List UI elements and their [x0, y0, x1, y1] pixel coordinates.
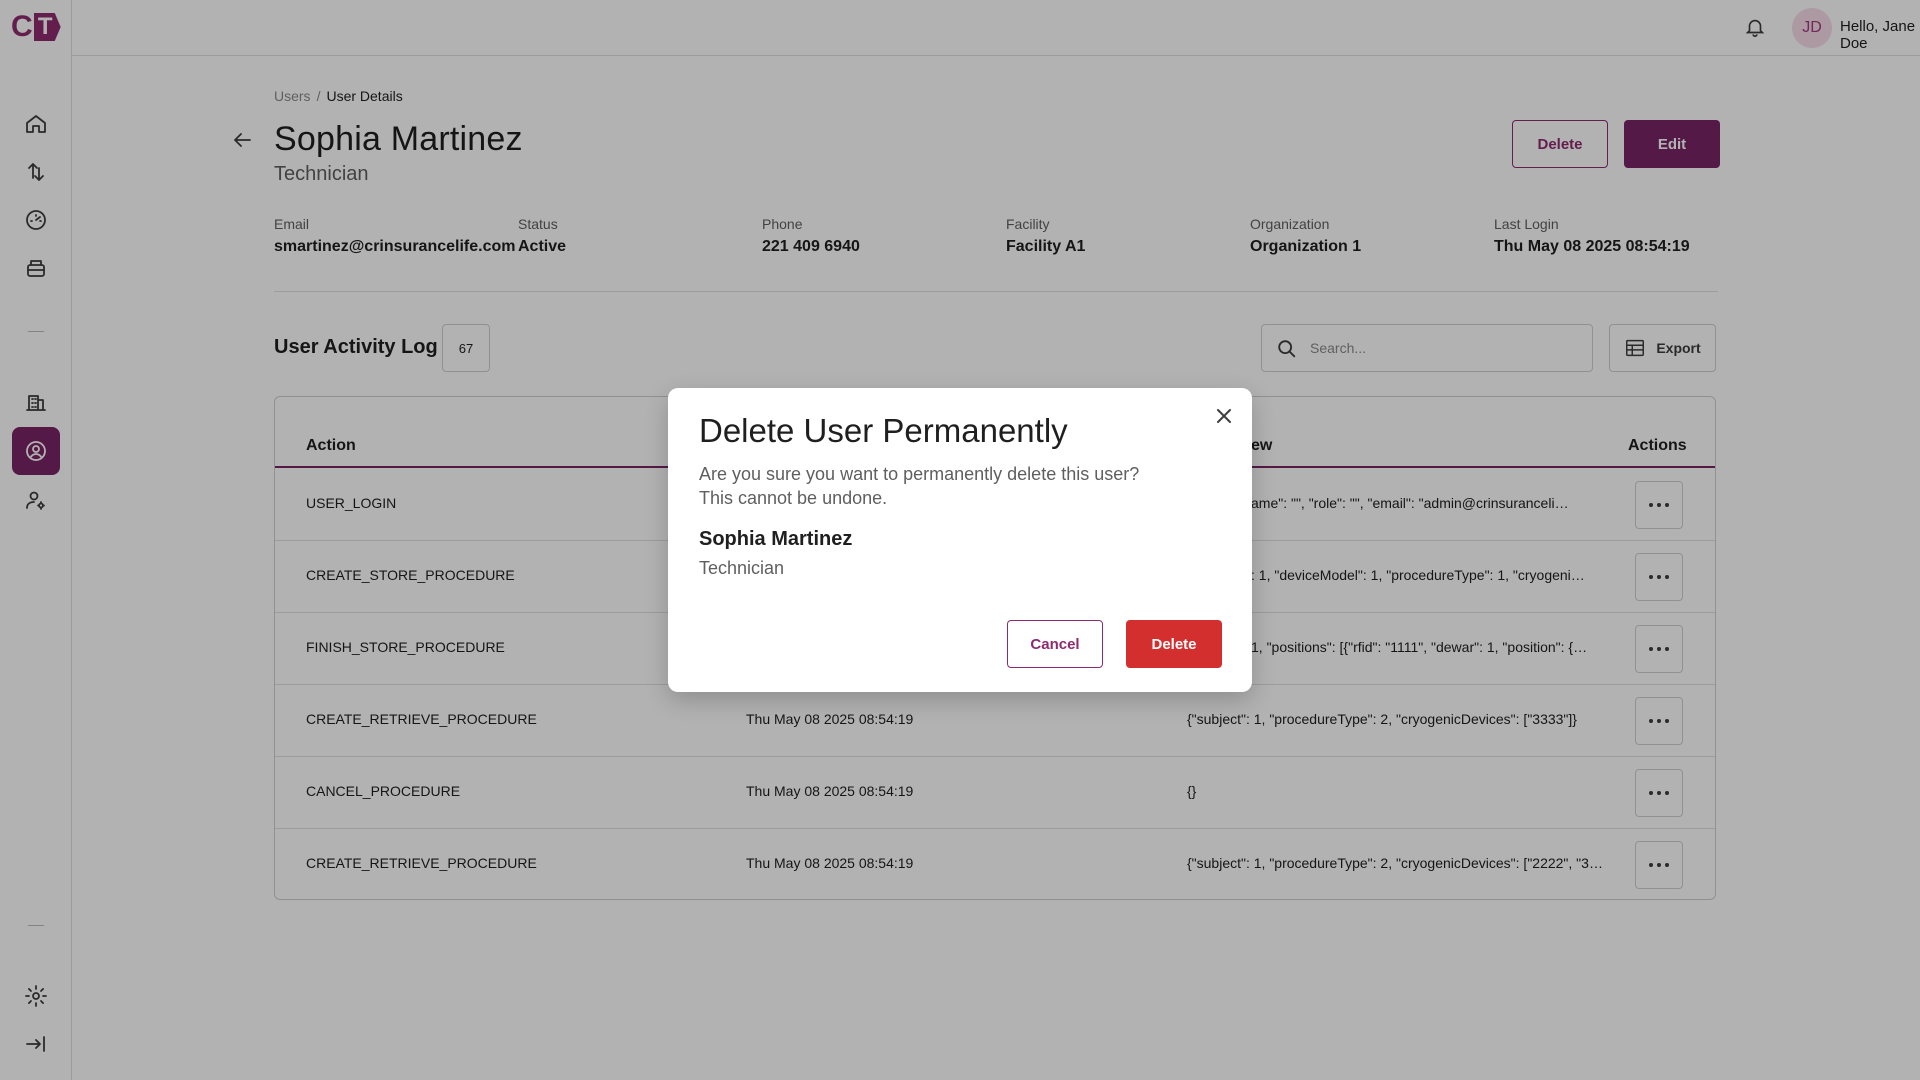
dialog-user-role: Technician: [699, 558, 785, 578]
dialog-message-line: This cannot be undone.: [699, 488, 888, 508]
close-button[interactable]: [1212, 404, 1236, 428]
close-icon: [1217, 409, 1231, 423]
dialog-message: Are you sure you want to permanently del…: [699, 462, 1159, 510]
cancel-button[interactable]: Cancel: [1007, 620, 1103, 668]
dialog-message-line: Are you sure you want to permanently del…: [699, 464, 1140, 484]
delete-user-dialog: Delete User Permanently Are you sure you…: [668, 388, 1252, 692]
confirm-delete-button[interactable]: Delete: [1126, 620, 1222, 668]
dialog-title: Delete User Permanently: [699, 412, 1068, 449]
dialog-user-name: Sophia Martinez: [699, 528, 853, 550]
